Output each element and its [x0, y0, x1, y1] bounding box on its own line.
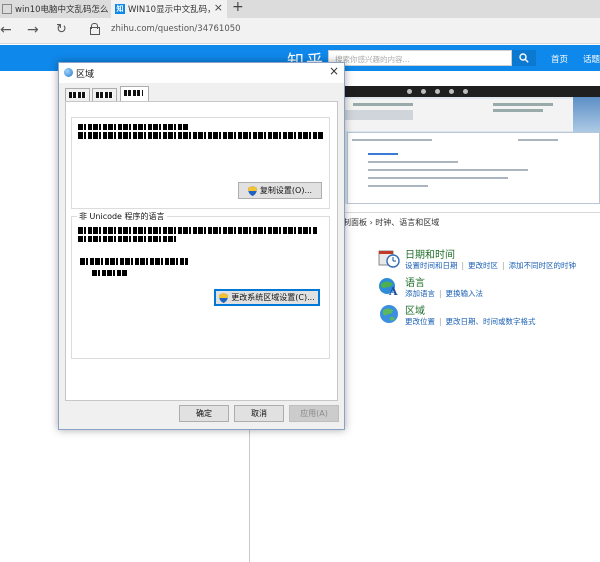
nav-home-link[interactable]: 首页: [551, 53, 568, 65]
region-dialog: 区域 × 复制设置(O)... 非 Unicode 程序的语言 更改系统区域设置…: [58, 62, 345, 430]
dialog-tabs: [65, 86, 335, 102]
url-field[interactable]: zhihu.com/question/34761050: [111, 24, 241, 34]
region-title[interactable]: 区域: [405, 302, 425, 317]
uac-shield-icon: [219, 292, 229, 303]
non-unicode-group-label: 非 Unicode 程序的语言: [77, 211, 167, 222]
page-icon: [2, 4, 12, 14]
globe-icon: [380, 305, 398, 323]
date-time-links: 设置时间和日期 | 更改时区 | 添加不同时区的时钟: [405, 260, 577, 271]
uac-shield-icon: [247, 185, 257, 196]
nav-topic-link[interactable]: 话题: [583, 53, 600, 65]
new-tab-icon[interactable]: +: [232, 0, 244, 15]
breadcrumb: 制面板 › 时钟、语言和区域: [343, 218, 440, 227]
forward-arrow-icon[interactable]: →: [27, 22, 39, 38]
browser-tab-1-title: win10电脑中文乱码怎么解决: [15, 5, 108, 15]
set-date-time-link[interactable]: 设置时间和日期: [405, 260, 458, 271]
browser-tab-bar: win10电脑中文乱码怎么解决 知 WIN10显示中文乱码， × +: [0, 0, 600, 18]
clock-icon: [378, 250, 400, 268]
welcome-screen-group: 复制设置(O)...: [71, 117, 330, 209]
section-divider: [343, 212, 600, 213]
close-icon[interactable]: ×: [329, 64, 339, 78]
search-button[interactable]: [512, 50, 536, 66]
language-icon: A: [379, 278, 398, 297]
non-unicode-group: 非 Unicode 程序的语言 更改系统区域设置(C)...: [71, 211, 330, 359]
browser-tab-2-title: WIN10显示中文乱码，: [128, 5, 216, 15]
add-clocks-link[interactable]: 添加不同时区的时钟: [509, 260, 577, 271]
search-icon: [519, 53, 529, 63]
region-links: 更改位置 | 更改日期、时间或数字格式: [405, 316, 536, 327]
copy-settings-label: 复制设置(O)...: [259, 186, 313, 195]
region-globe-icon: [64, 68, 73, 77]
lock-icon[interactable]: [90, 23, 100, 35]
back-arrow-icon[interactable]: ←: [0, 22, 12, 38]
apply-button[interactable]: 应用(A): [289, 405, 339, 422]
answer-screenshot-image: [343, 86, 600, 204]
tab-formats[interactable]: [65, 88, 90, 101]
change-system-locale-label: 更改系统区域设置(C)...: [231, 293, 315, 302]
dialog-titlebar[interactable]: 区域 ×: [59, 63, 344, 83]
zhihu-favicon-icon: 知: [115, 4, 125, 14]
dialog-title: 区域: [76, 70, 95, 80]
close-tab-icon[interactable]: ×: [214, 1, 223, 14]
browser-tab-1[interactable]: win10电脑中文乱码怎么解决: [0, 0, 108, 18]
tab-location[interactable]: [92, 88, 117, 101]
date-time-title[interactable]: 日期和时间: [405, 246, 455, 261]
change-location-link[interactable]: 更改位置: [405, 316, 435, 327]
search-input[interactable]: 搜索你感兴趣的内容...: [328, 50, 512, 66]
add-language-link[interactable]: 添加语言: [405, 288, 435, 299]
refresh-icon[interactable]: ↻: [56, 22, 67, 37]
cancel-button[interactable]: 取消: [234, 405, 284, 422]
change-format-link[interactable]: 更改日期、时间或数字格式: [446, 316, 536, 327]
change-input-method-link[interactable]: 更换输入法: [446, 288, 484, 299]
browser-tab-2[interactable]: 知 WIN10显示中文乱码， ×: [111, 0, 227, 18]
change-timezone-link[interactable]: 更改时区: [468, 260, 498, 271]
ok-button[interactable]: 确定: [179, 405, 229, 422]
language-links: 添加语言 | 更换输入法: [405, 288, 484, 299]
svg-text:A: A: [388, 285, 398, 297]
language-title[interactable]: 语言: [405, 274, 425, 289]
administrative-panel: 复制设置(O)... 非 Unicode 程序的语言 更改系统区域设置(C)..…: [65, 101, 338, 401]
change-system-locale-button[interactable]: 更改系统区域设置(C)...: [214, 289, 320, 306]
copy-settings-button[interactable]: 复制设置(O)...: [238, 182, 322, 199]
tab-administrative[interactable]: [120, 86, 149, 102]
address-bar: ← → ↻ zhihu.com/question/34761050: [0, 18, 600, 44]
